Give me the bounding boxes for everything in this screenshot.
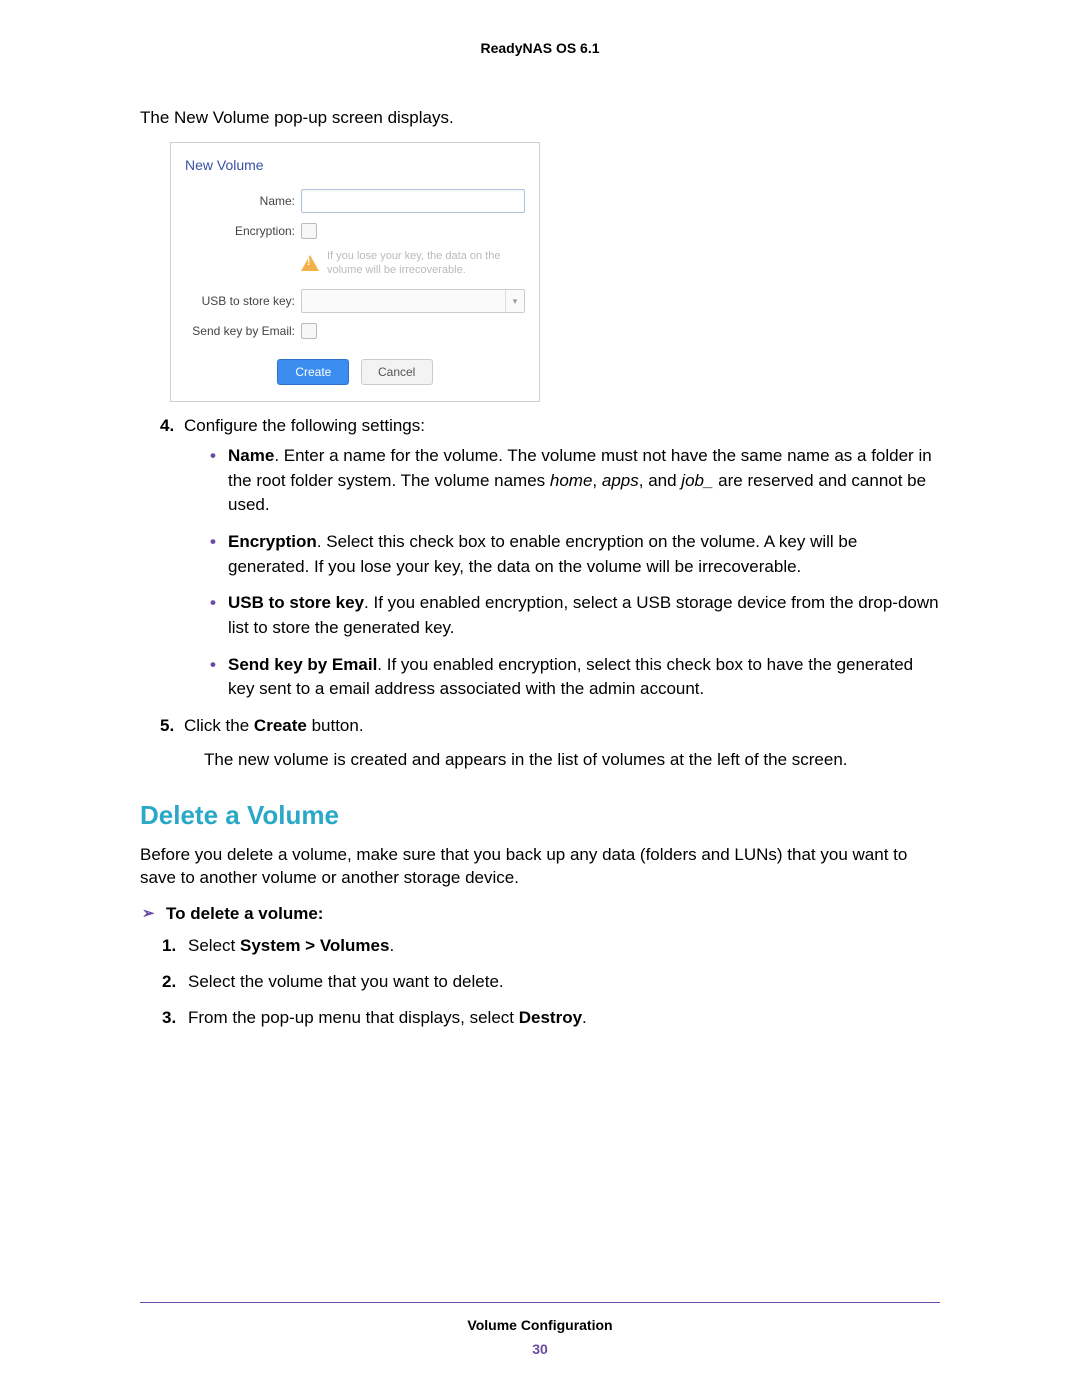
section-title-delete: Delete a Volume	[140, 800, 940, 831]
step-num: 5.	[160, 714, 174, 738]
label-email: Send key by Email:	[185, 324, 301, 338]
step-text: .	[389, 936, 394, 955]
bullet-usb: USB to store key. If you enabled encrypt…	[212, 591, 940, 640]
page-footer: Volume Configuration 30	[140, 1302, 940, 1357]
step5-after: The new volume is created and appears in…	[204, 748, 940, 772]
document-page: ReadyNAS OS 6.1 The New Volume pop-up sc…	[0, 0, 1080, 1397]
bullet-i: apps	[602, 471, 639, 490]
step-text: Select the volume that you want to delet…	[188, 972, 504, 991]
label-name: Name:	[185, 194, 301, 208]
delete-step-2: 2. Select the volume that you want to de…	[184, 970, 940, 994]
delete-steps: 1. Select System > Volumes. 2. Select th…	[140, 934, 940, 1029]
footer-rule	[140, 1302, 940, 1303]
chevron-down-icon: ▾	[505, 290, 524, 312]
section-intro: Before you delete a volume, make sure th…	[140, 843, 940, 891]
step-text: Configure the following settings:	[184, 416, 425, 435]
create-button[interactable]: Create	[277, 359, 349, 385]
bullet-text: . Select this check box to enable encryp…	[228, 532, 857, 576]
label-usb: USB to store key:	[185, 294, 301, 308]
step-bold: System > Volumes	[240, 936, 389, 955]
bullet-email: Send key by Email. If you enabled encryp…	[212, 653, 940, 702]
bullet-text: , and	[639, 471, 682, 490]
cancel-button[interactable]: Cancel	[361, 359, 433, 385]
usb-select[interactable]: ▾	[301, 289, 525, 313]
delete-step-3: 3. From the pop-up menu that displays, s…	[184, 1006, 940, 1030]
procedure-heading: To delete a volume:	[140, 904, 940, 924]
bullet-i: home	[550, 471, 593, 490]
step-5: 5. Click the Create button. The new volu…	[164, 714, 940, 772]
popup-title: New Volume	[185, 157, 525, 173]
footer-page-number: 30	[140, 1341, 940, 1357]
steps-continued: 4. Configure the following settings: Nam…	[140, 414, 940, 771]
warning-icon	[301, 255, 319, 271]
doc-header-title: ReadyNAS OS 6.1	[140, 40, 940, 56]
step-bold: Create	[254, 716, 307, 735]
step-num: 3.	[162, 1006, 176, 1030]
bullet-label: USB to store key	[228, 593, 364, 612]
bullet-name: Name. Enter a name for the volume. The v…	[212, 444, 940, 518]
step-text: Select	[188, 936, 240, 955]
label-encryption: Encryption:	[185, 224, 301, 238]
name-input[interactable]	[301, 189, 525, 213]
delete-step-1: 1. Select System > Volumes.	[184, 934, 940, 958]
step-text: Click the	[184, 716, 254, 735]
encryption-checkbox[interactable]	[301, 223, 317, 239]
step-text: button.	[307, 716, 364, 735]
step-num: 2.	[162, 970, 176, 994]
step-4: 4. Configure the following settings: Nam…	[164, 414, 940, 702]
step-text: From the pop-up menu that displays, sele…	[188, 1008, 519, 1027]
email-checkbox[interactable]	[301, 323, 317, 339]
step-num: 1.	[162, 934, 176, 958]
step-text: .	[582, 1008, 587, 1027]
step-num: 4.	[160, 414, 174, 438]
new-volume-popup: New Volume Name: Encryption: If you lose…	[170, 142, 540, 403]
bullet-label: Send key by Email	[228, 655, 377, 674]
bullet-encryption: Encryption. Select this check box to ena…	[212, 530, 940, 579]
bullet-label: Encryption	[228, 532, 317, 551]
step4-bullets: Name. Enter a name for the volume. The v…	[184, 444, 940, 702]
warning-text: If you lose your key, the data on the vo…	[327, 249, 525, 278]
bullet-text: ,	[592, 471, 601, 490]
intro-text: The New Volume pop-up screen displays.	[140, 106, 940, 130]
step-bold: Destroy	[519, 1008, 582, 1027]
bullet-label: Name	[228, 446, 274, 465]
bullet-i: job_	[681, 471, 713, 490]
footer-title: Volume Configuration	[140, 1317, 940, 1333]
